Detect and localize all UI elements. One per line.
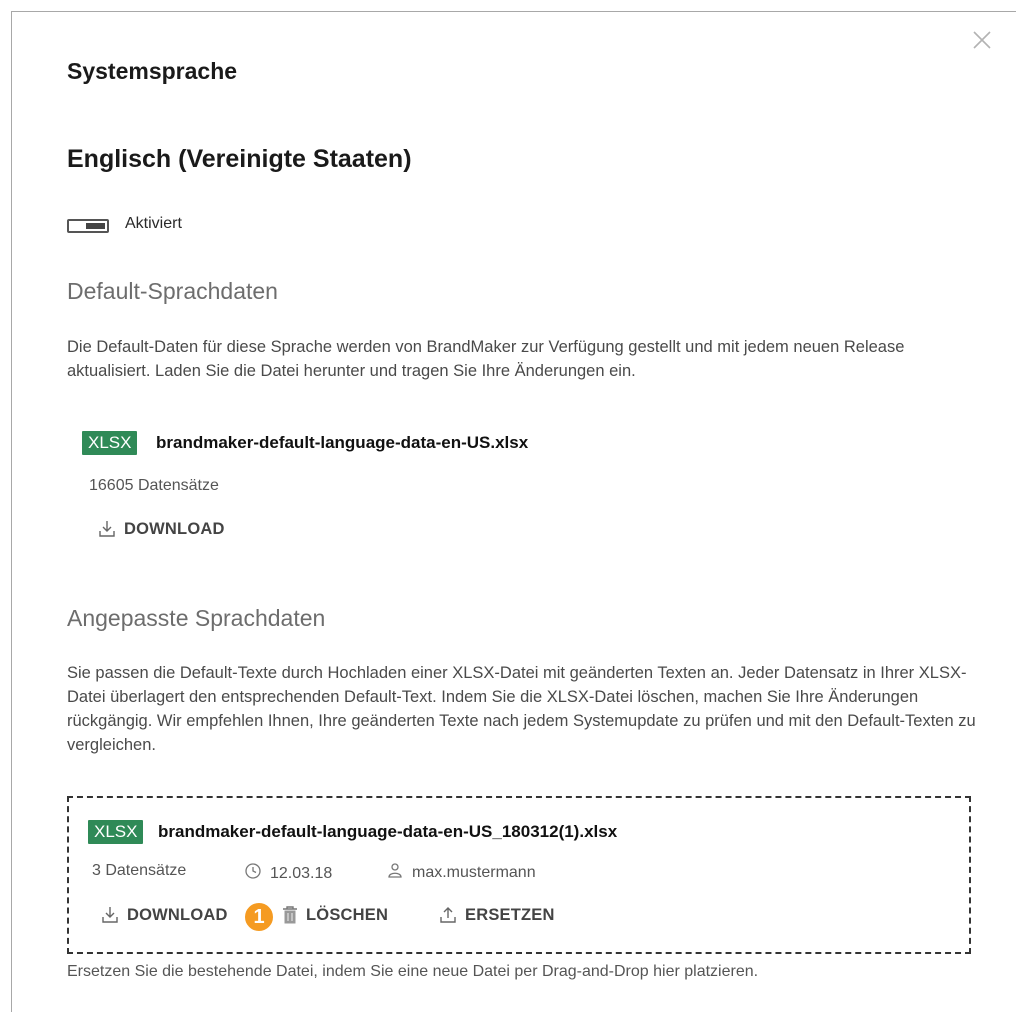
custom-section-description: Sie passen die Default-Texte durch Hochl… <box>67 664 976 754</box>
upload-icon <box>438 905 458 925</box>
trash-icon <box>281 905 299 925</box>
custom-file-name: brandmaker-default-language-data-en-US_1… <box>158 822 618 841</box>
custom-file-date: 12.03.18 <box>244 862 332 885</box>
toggle-knob <box>86 223 105 229</box>
toggle-label: Aktiviert <box>125 215 182 232</box>
language-name: Englisch (Vereinigte Staaten) <box>67 145 412 173</box>
replace-label: ERSETZEN <box>465 905 555 924</box>
activation-toggle[interactable] <box>67 219 109 233</box>
default-section-heading: Default-Sprachdaten <box>67 278 278 304</box>
custom-file-user: max.mustermann <box>387 862 536 883</box>
download-label: DOWNLOAD <box>124 519 225 538</box>
default-file-name: brandmaker-default-language-data-en-US.x… <box>156 433 529 452</box>
user-text: max.mustermann <box>412 863 536 881</box>
close-icon[interactable] <box>971 29 993 51</box>
date-text: 12.03.18 <box>270 864 333 882</box>
custom-download-button[interactable]: DOWNLOAD <box>100 905 228 925</box>
default-section-description: Die Default-Daten für diese Sprache werd… <box>67 338 905 380</box>
callout-badge: 1 <box>243 901 275 933</box>
default-file-records: 16605 Datensätze <box>89 477 219 494</box>
download-label: DOWNLOAD <box>127 905 228 924</box>
download-icon <box>100 905 120 925</box>
download-icon <box>97 519 117 539</box>
dialog-title: Systemsprache <box>67 58 238 84</box>
user-icon <box>387 862 403 883</box>
delete-label: LÖSCHEN <box>306 905 389 924</box>
custom-section-heading: Angepasste Sprachdaten <box>67 605 326 631</box>
replace-button[interactable]: ERSETZEN <box>438 905 555 925</box>
xlsx-badge: XLSX <box>88 820 144 844</box>
xlsx-badge: XLSX <box>82 431 138 455</box>
default-download-button[interactable]: DOWNLOAD <box>97 519 225 539</box>
custom-file-records: 3 Datensätze <box>92 862 187 879</box>
delete-button[interactable]: LÖSCHEN <box>281 905 388 925</box>
dropzone-hint: Ersetzen Sie die bestehende Datei, indem… <box>67 963 759 980</box>
clock-icon <box>244 862 262 885</box>
